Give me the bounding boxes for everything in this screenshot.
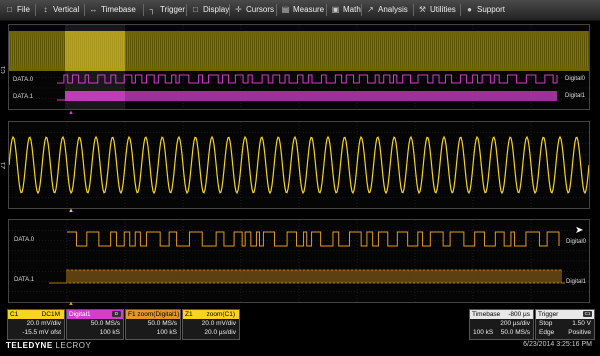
trigger-marker-2: ▲ <box>68 208 74 214</box>
menu-timebase[interactable]: ↔ Timebase <box>89 3 136 17</box>
zoom-data0-trace <box>67 231 560 247</box>
f1-descriptor[interactable]: F1 zoom(Digital1) 50.0 MS/s 100 kS <box>125 309 181 340</box>
zoom-region-analog <box>65 31 125 71</box>
grid-channel1-digital[interactable]: DATA.0 DATA.1 Digital0 Digital1 <box>8 24 590 110</box>
display-icon: □ <box>193 5 198 14</box>
menu-measure[interactable]: ▤ Measure <box>281 3 324 17</box>
trigger-badge: C1 <box>583 311 592 317</box>
zoom-data0-label: DATA.0 <box>14 237 35 243</box>
data0-label: DATA.0 <box>13 77 34 83</box>
menu-file[interactable]: □ File <box>5 3 30 17</box>
menu-trigger[interactable]: ┐ Trigger <box>148 3 185 17</box>
data1-dense-band <box>125 91 557 101</box>
zoom-data1-label: DATA.1 <box>14 277 35 283</box>
trigger-marker-3: ▲ <box>68 301 74 307</box>
teledyne-lecroy-logo: TELEDYNE LECROY <box>6 341 92 350</box>
menu-utilities[interactable]: ⚒ Utilities <box>418 3 456 17</box>
data1-label: DATA.1 <box>13 94 34 100</box>
menu-display[interactable]: □ Display <box>191 3 229 17</box>
c1-side-label: C1 <box>1 66 7 74</box>
math-icon: ▣ <box>331 5 340 14</box>
grid3-canvas <box>9 220 589 302</box>
grid1-canvas <box>9 25 589 109</box>
digital0-tag: Digital0 <box>565 76 586 82</box>
trigger-icon: ┐ <box>149 5 156 14</box>
trigger-descriptor[interactable]: Trigger C1 Stop 1.50 V Edge Positive <box>535 309 595 340</box>
grid2-canvas <box>9 122 589 208</box>
mouse-pointer-icon: ➤ <box>575 225 584 236</box>
cursors-icon: ✛ <box>235 5 242 14</box>
menu-vertical[interactable]: ↕ Vertical <box>41 3 80 17</box>
menu-bar: □ File ↕ Vertical ↔ Timebase ┐ Trigger □ Disp… <box>0 0 600 21</box>
zoom-digital0-tag: Digital0 <box>566 239 587 245</box>
utilities-icon: ⚒ <box>418 5 427 14</box>
digital1-badge: D <box>112 311 121 317</box>
menu-cursors[interactable]: ✛ Cursors <box>234 3 274 17</box>
timebase-descriptor[interactable]: Timebase -800 µs 200 µs/div 100 kS 50.0 MS… <box>469 309 534 340</box>
digital1-tag: Digital1 <box>565 93 586 99</box>
timebase-icon: ↔ <box>89 5 98 14</box>
datetime-readout: 6/23/2014 3:25:16 PM <box>523 341 592 348</box>
grid-zoom-digital[interactable]: DATA.0 DATA.1 Digital0 Digital1 ➤ <box>8 219 590 303</box>
data1-zoom-band <box>65 91 125 101</box>
data0-trace <box>57 74 558 84</box>
support-icon: ● <box>467 5 472 14</box>
vertical-icon: ↕ <box>43 5 48 14</box>
zoom-data1-trace <box>49 269 565 284</box>
z1-descriptor[interactable]: Z1 zoom(C1) 20.0 mV/div 20.0 µs/div <box>182 309 240 340</box>
analysis-icon: ↗ <box>367 5 374 14</box>
grid-zoom-c1[interactable] <box>8 121 590 209</box>
file-icon: □ <box>7 5 12 14</box>
trigger-marker-1: ▲ <box>68 110 74 116</box>
zoom-digital1-tag: Digital1 <box>566 279 587 285</box>
menu-analysis[interactable]: ↗ Analysis <box>366 3 408 17</box>
digital1-descriptor[interactable]: Digital1 D 50.0 MS/s 100 kS <box>66 309 124 340</box>
c1-descriptor[interactable]: C1 DC1M 20.0 mV/div -15.5 mV ofst <box>7 309 65 340</box>
measure-icon: ▤ <box>281 5 290 14</box>
menu-support[interactable]: ● Support <box>465 3 505 17</box>
z1-side-label: Z1 <box>1 162 7 170</box>
menu-math[interactable]: ▣ Math <box>331 3 361 17</box>
